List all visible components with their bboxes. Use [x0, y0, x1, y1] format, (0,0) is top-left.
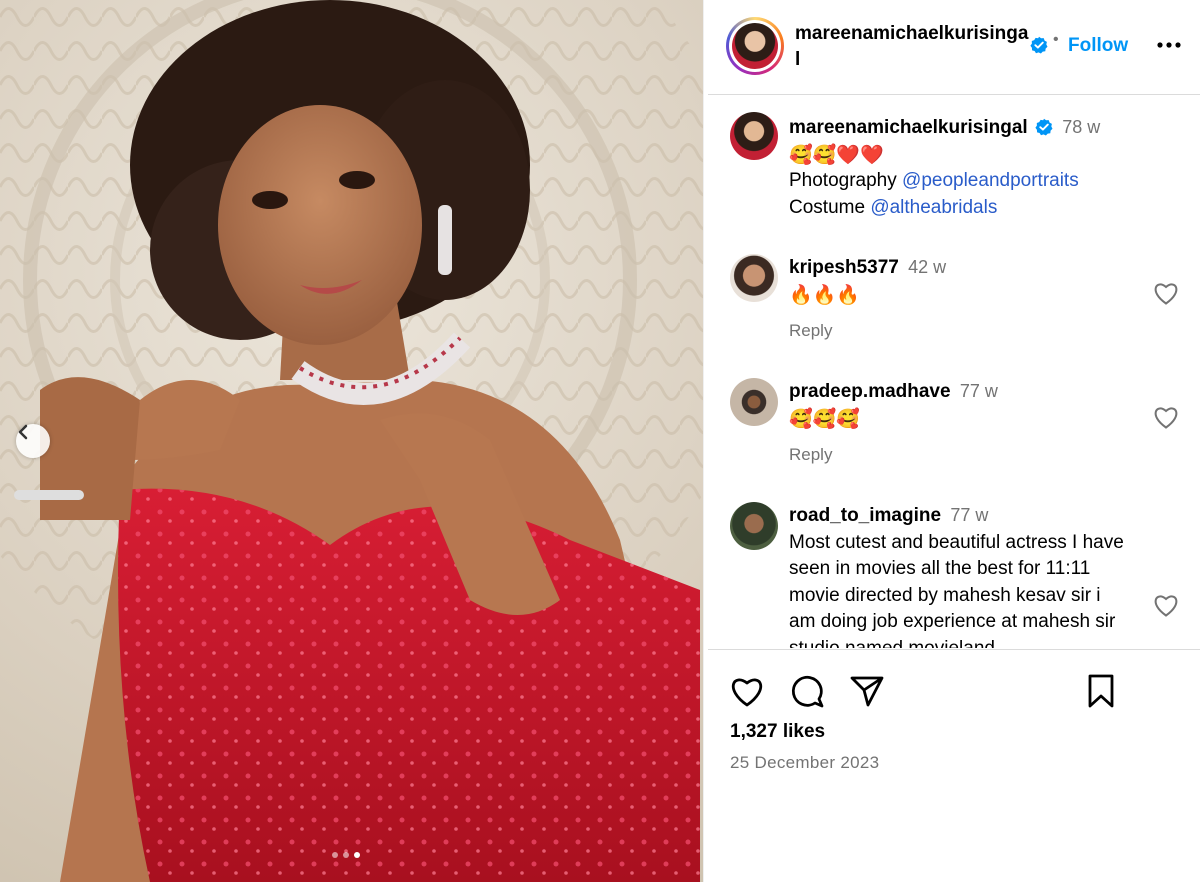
carousel-dot-active — [354, 852, 360, 858]
comment-body: pradeep.madhave 77 w 🥰🥰🥰 Reply — [789, 378, 1129, 469]
more-options-icon[interactable] — [1154, 33, 1184, 57]
caption-costume-line: Costume @altheabridals — [789, 195, 1129, 222]
share-icon[interactable] — [848, 672, 886, 710]
avatar[interactable] — [730, 112, 778, 160]
comment-time: 78 w — [1062, 117, 1101, 137]
follow-button[interactable]: Follow — [1068, 35, 1128, 57]
comment-username[interactable]: mareenamichaelkurisingal — [789, 117, 1028, 138]
heart-icon[interactable] — [1153, 282, 1179, 306]
reply-button[interactable]: Reply — [789, 318, 832, 345]
avatar[interactable] — [730, 254, 778, 302]
carousel-indicator — [332, 852, 360, 858]
comment-text: Most cutest and beautiful actress I have… — [789, 531, 1124, 649]
story-ring[interactable] — [726, 17, 784, 75]
avatar[interactable] — [730, 502, 778, 550]
heart-icon[interactable] — [1153, 594, 1179, 618]
post-photo — [0, 0, 703, 882]
post-header: mareenamichaelkurisingal • Follow — [708, 0, 1200, 95]
comment-time: 42 w — [908, 257, 947, 277]
comments-list[interactable]: mareenamichaelkurisingal 78 w 🥰🥰❤️❤️ Pho… — [708, 96, 1200, 648]
chevron-left-icon — [18, 424, 28, 440]
caption-photography-line: Photography @peopleandportraits — [789, 168, 1129, 195]
post-actions: 1,327 likes 25 December 2023 — [708, 649, 1200, 882]
caption-label: Costume — [789, 196, 871, 218]
post-details-panel: mareenamichaelkurisingal • Follow mareen… — [708, 0, 1200, 882]
author-username[interactable]: mareenamichaelkurisingal — [795, 21, 1031, 73]
avatar[interactable] — [730, 378, 778, 426]
verified-badge-icon — [1035, 118, 1053, 136]
post-date: 25 December 2023 — [730, 753, 880, 772]
avatar — [732, 23, 778, 69]
carousel-prev-button[interactable] — [16, 424, 50, 458]
comment-username[interactable]: pradeep.madhave — [789, 381, 951, 402]
comment-text: 🥰🥰🥰 — [789, 407, 860, 430]
caption-label: Photography — [789, 170, 903, 191]
comment-text: 🔥🔥🔥 — [789, 283, 860, 306]
comment-time: 77 w — [950, 505, 989, 525]
mention-link[interactable]: @altheabridals — [870, 197, 997, 218]
caption-body: mareenamichaelkurisingal 78 w 🥰🥰❤️❤️ Pho… — [789, 114, 1129, 221]
heart-icon[interactable] — [728, 672, 766, 710]
comment-username[interactable]: kripesh5377 — [789, 257, 899, 278]
comment-icon[interactable] — [788, 672, 826, 710]
mention-link[interactable]: @peopleandportraits — [902, 170, 1079, 191]
comment-time: 77 w — [959, 381, 998, 401]
reply-button[interactable]: Reply — [789, 442, 832, 469]
carousel-dot — [332, 852, 338, 858]
bookmark-icon[interactable] — [1082, 672, 1120, 710]
heart-icon[interactable] — [1153, 406, 1179, 430]
comment-username[interactable]: road_to_imagine — [789, 505, 941, 526]
likes-count[interactable]: 1,327 likes — [730, 721, 825, 743]
comment-body: road_to_imagine 77 w Most cutest and bea… — [789, 502, 1129, 648]
header-separator: • — [1053, 31, 1059, 48]
comment-body: kripesh5377 42 w 🔥🔥🔥 Reply — [789, 254, 1129, 345]
carousel-dot — [343, 852, 349, 858]
verified-badge-icon — [1030, 36, 1048, 56]
caption-emoji: 🥰🥰❤️❤️ — [789, 143, 884, 166]
portrait-image — [0, 0, 703, 882]
